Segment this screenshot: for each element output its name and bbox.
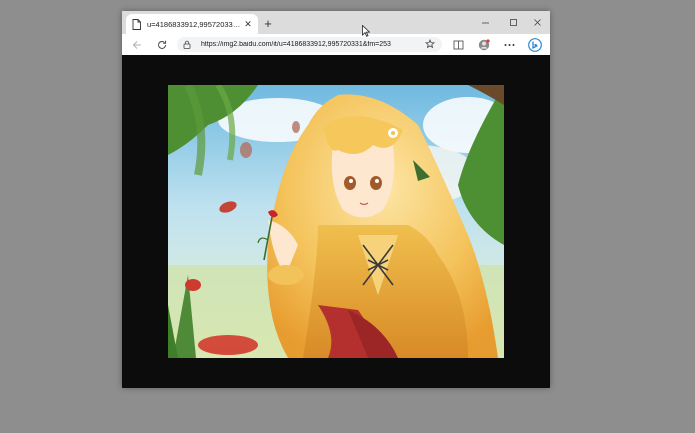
- reload-icon: [157, 40, 166, 49]
- reload-button[interactable]: [154, 37, 169, 52]
- avatar-icon: [478, 38, 490, 50]
- minimize-button[interactable]: [476, 15, 494, 29]
- page-icon: [132, 18, 141, 30]
- tab-title: u=4186833912,995720331&fm=253&fmt=auto&a…: [147, 19, 242, 29]
- bing-icon: [527, 37, 542, 52]
- lock-icon: [183, 40, 191, 49]
- browser-toolbar: https://img2.baidu.com/it/u=4186833912,9…: [122, 34, 550, 56]
- mouse-cursor-icon: [362, 25, 370, 37]
- maximize-button[interactable]: [504, 15, 522, 29]
- more-dots-icon: [504, 43, 515, 46]
- split-screen-button[interactable]: [451, 37, 466, 52]
- url-text: https://img2.baidu.com/it/u=4186833912,9…: [201, 41, 391, 48]
- minimize-icon: [481, 22, 489, 23]
- split-screen-icon: [453, 40, 464, 49]
- close-icon: [533, 18, 541, 26]
- address-bar[interactable]: https://img2.baidu.com/it/u=4186833912,9…: [177, 37, 442, 52]
- profile-button[interactable]: [476, 37, 491, 52]
- image-viewer: [122, 55, 550, 388]
- new-tab-button[interactable]: +: [261, 16, 275, 31]
- title-bar: u=4186833912,995720331&fm=253&fmt=auto&a…: [122, 11, 550, 34]
- close-window-button[interactable]: [528, 15, 546, 29]
- back-arrow-icon: [132, 40, 141, 49]
- browser-tab[interactable]: u=4186833912,995720331&fm=253&fmt=auto&a…: [126, 14, 258, 34]
- bing-chat-button[interactable]: [527, 37, 542, 52]
- favorites-add-button[interactable]: [423, 37, 438, 52]
- desktop: u=4186833912,995720331&fm=253&fmt=auto&a…: [0, 0, 695, 433]
- anime-illustration[interactable]: [168, 85, 504, 358]
- maximize-icon: [509, 18, 517, 26]
- star-plus-icon: [425, 39, 436, 49]
- browser-window: u=4186833912,995720331&fm=253&fmt=auto&a…: [122, 11, 550, 388]
- tab-close-icon[interactable]: ✕: [242, 18, 254, 30]
- back-button[interactable]: [129, 37, 144, 52]
- more-options-button[interactable]: [502, 37, 517, 52]
